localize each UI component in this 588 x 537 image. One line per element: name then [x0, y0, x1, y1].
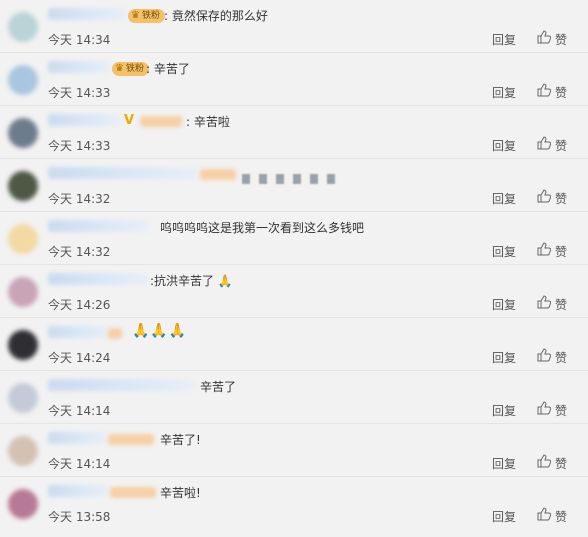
avatar[interactable]	[8, 118, 38, 148]
avatar[interactable]	[8, 489, 38, 519]
avatar[interactable]	[8, 65, 38, 95]
fan-badge: 铁粉	[112, 62, 150, 76]
thumbs-up-icon[interactable]	[537, 454, 551, 468]
avatar[interactable]	[8, 277, 38, 307]
folded-hands-icon: 🙏🙏🙏	[132, 323, 188, 339]
reply-button[interactable]: 回复	[492, 296, 516, 313]
comment-time: 今天 14:24	[48, 351, 111, 365]
comment-text: 呜呜呜呜这是我第一次看到这么多钱吧	[160, 221, 365, 235]
comment-row: 辛苦了 今天 14:14 回复 赞	[0, 371, 588, 424]
badge-blurred	[140, 116, 182, 127]
like-button[interactable]: 赞	[555, 402, 567, 419]
comment-time: 今天 14:34	[48, 33, 111, 47]
reply-button[interactable]: 回复	[492, 31, 516, 48]
comment-list: 铁粉 : 竟然保存的那么好 今天 14:34 回复 赞 铁粉 : 辛苦了 今天 …	[0, 0, 588, 537]
comment-time: 今天 14:33	[48, 139, 111, 153]
thumbs-up-icon[interactable]	[537, 507, 551, 521]
reply-button[interactable]: 回复	[492, 349, 516, 366]
like-button[interactable]: 赞	[555, 243, 567, 260]
like-button[interactable]: 赞	[555, 508, 567, 525]
avatar[interactable]	[8, 224, 38, 254]
thumbs-up-icon[interactable]	[537, 242, 551, 256]
comment-time: 今天 13:58	[48, 510, 111, 524]
avatar[interactable]	[8, 171, 38, 201]
comment-text: : 竟然保存的那么好	[164, 9, 268, 23]
avatar[interactable]	[8, 436, 38, 466]
badge-blurred	[200, 169, 236, 180]
thumbs-up-icon[interactable]	[537, 189, 551, 203]
fan-badge: 铁粉	[128, 9, 166, 23]
username-blurred[interactable]	[48, 379, 194, 391]
reply-button[interactable]: 回复	[492, 402, 516, 419]
comment-row: 铁粉 : 竟然保存的那么好 今天 14:34 回复 赞	[0, 0, 588, 53]
comment-row: V : 辛苦啦 今天 14:33 回复 赞	[0, 106, 588, 159]
thumbs-up-icon[interactable]	[537, 295, 551, 309]
v-badge-icon: V	[124, 113, 135, 128]
comment-text: :抗洪辛苦了 🙏	[150, 274, 233, 288]
username-blurred[interactable]	[48, 61, 110, 73]
thumbs-up-icon[interactable]	[537, 401, 551, 415]
comment-time: 今天 14:32	[48, 245, 111, 259]
username-blurred[interactable]	[48, 8, 126, 20]
username-blurred[interactable]	[48, 167, 198, 179]
comment-row: 辛苦了! 今天 14:14 回复 赞	[0, 424, 588, 477]
comment-row: 铁粉 : 辛苦了 今天 14:33 回复 赞	[0, 53, 588, 106]
username-blurred[interactable]	[48, 485, 108, 497]
username-blurred[interactable]	[48, 432, 106, 444]
reply-button[interactable]: 回复	[492, 243, 516, 260]
like-button[interactable]: 赞	[555, 31, 567, 48]
thumbs-up-icon[interactable]	[537, 348, 551, 362]
username-blurred[interactable]	[48, 114, 120, 126]
comment-blurred	[242, 169, 344, 184]
avatar[interactable]	[8, 330, 38, 360]
username-blurred[interactable]	[48, 220, 148, 232]
username-blurred[interactable]	[48, 326, 108, 338]
comment-text: 辛苦啦!	[160, 486, 201, 500]
avatar[interactable]	[8, 12, 38, 42]
like-button[interactable]: 赞	[555, 137, 567, 154]
reply-button[interactable]: 回复	[492, 137, 516, 154]
thumbs-up-icon[interactable]	[537, 30, 551, 44]
reply-button[interactable]: 回复	[492, 84, 516, 101]
comment-time: 今天 14:32	[48, 192, 111, 206]
comment-time: 今天 14:14	[48, 404, 111, 418]
folded-hands-icon: 🙏	[217, 274, 233, 288]
comment-row: :抗洪辛苦了 🙏 今天 14:26 回复 赞	[0, 265, 588, 318]
comment-text: : 辛苦了	[146, 62, 190, 76]
like-button[interactable]: 赞	[555, 349, 567, 366]
comment-text: 辛苦了	[200, 380, 237, 394]
comment-row: 今天 14:32 回复 赞	[0, 159, 588, 212]
comment-time: 今天 14:14	[48, 457, 111, 471]
like-button[interactable]: 赞	[555, 455, 567, 472]
avatar[interactable]	[8, 383, 38, 413]
reply-button[interactable]: 回复	[492, 508, 516, 525]
reply-button[interactable]: 回复	[492, 190, 516, 207]
badge-blurred	[108, 328, 122, 339]
like-button[interactable]: 赞	[555, 190, 567, 207]
comment-row: 呜呜呜呜这是我第一次看到这么多钱吧 今天 14:32 回复 赞	[0, 212, 588, 265]
comment-row: 辛苦啦! 今天 13:58 回复 赞	[0, 477, 588, 537]
username-blurred[interactable]	[48, 273, 148, 285]
thumbs-up-icon[interactable]	[537, 83, 551, 97]
comment-time: 今天 14:33	[48, 86, 111, 100]
thumbs-up-icon[interactable]	[537, 136, 551, 150]
comment-time: 今天 14:26	[48, 298, 111, 312]
like-button[interactable]: 赞	[555, 296, 567, 313]
comment-row: 🙏🙏🙏 今天 14:24 回复 赞	[0, 318, 588, 371]
reply-button[interactable]: 回复	[492, 455, 516, 472]
badge-blurred	[110, 487, 156, 498]
badge-blurred	[108, 434, 154, 445]
comment-text: 辛苦了!	[160, 433, 201, 447]
like-button[interactable]: 赞	[555, 84, 567, 101]
comment-text: : 辛苦啦	[186, 115, 230, 129]
